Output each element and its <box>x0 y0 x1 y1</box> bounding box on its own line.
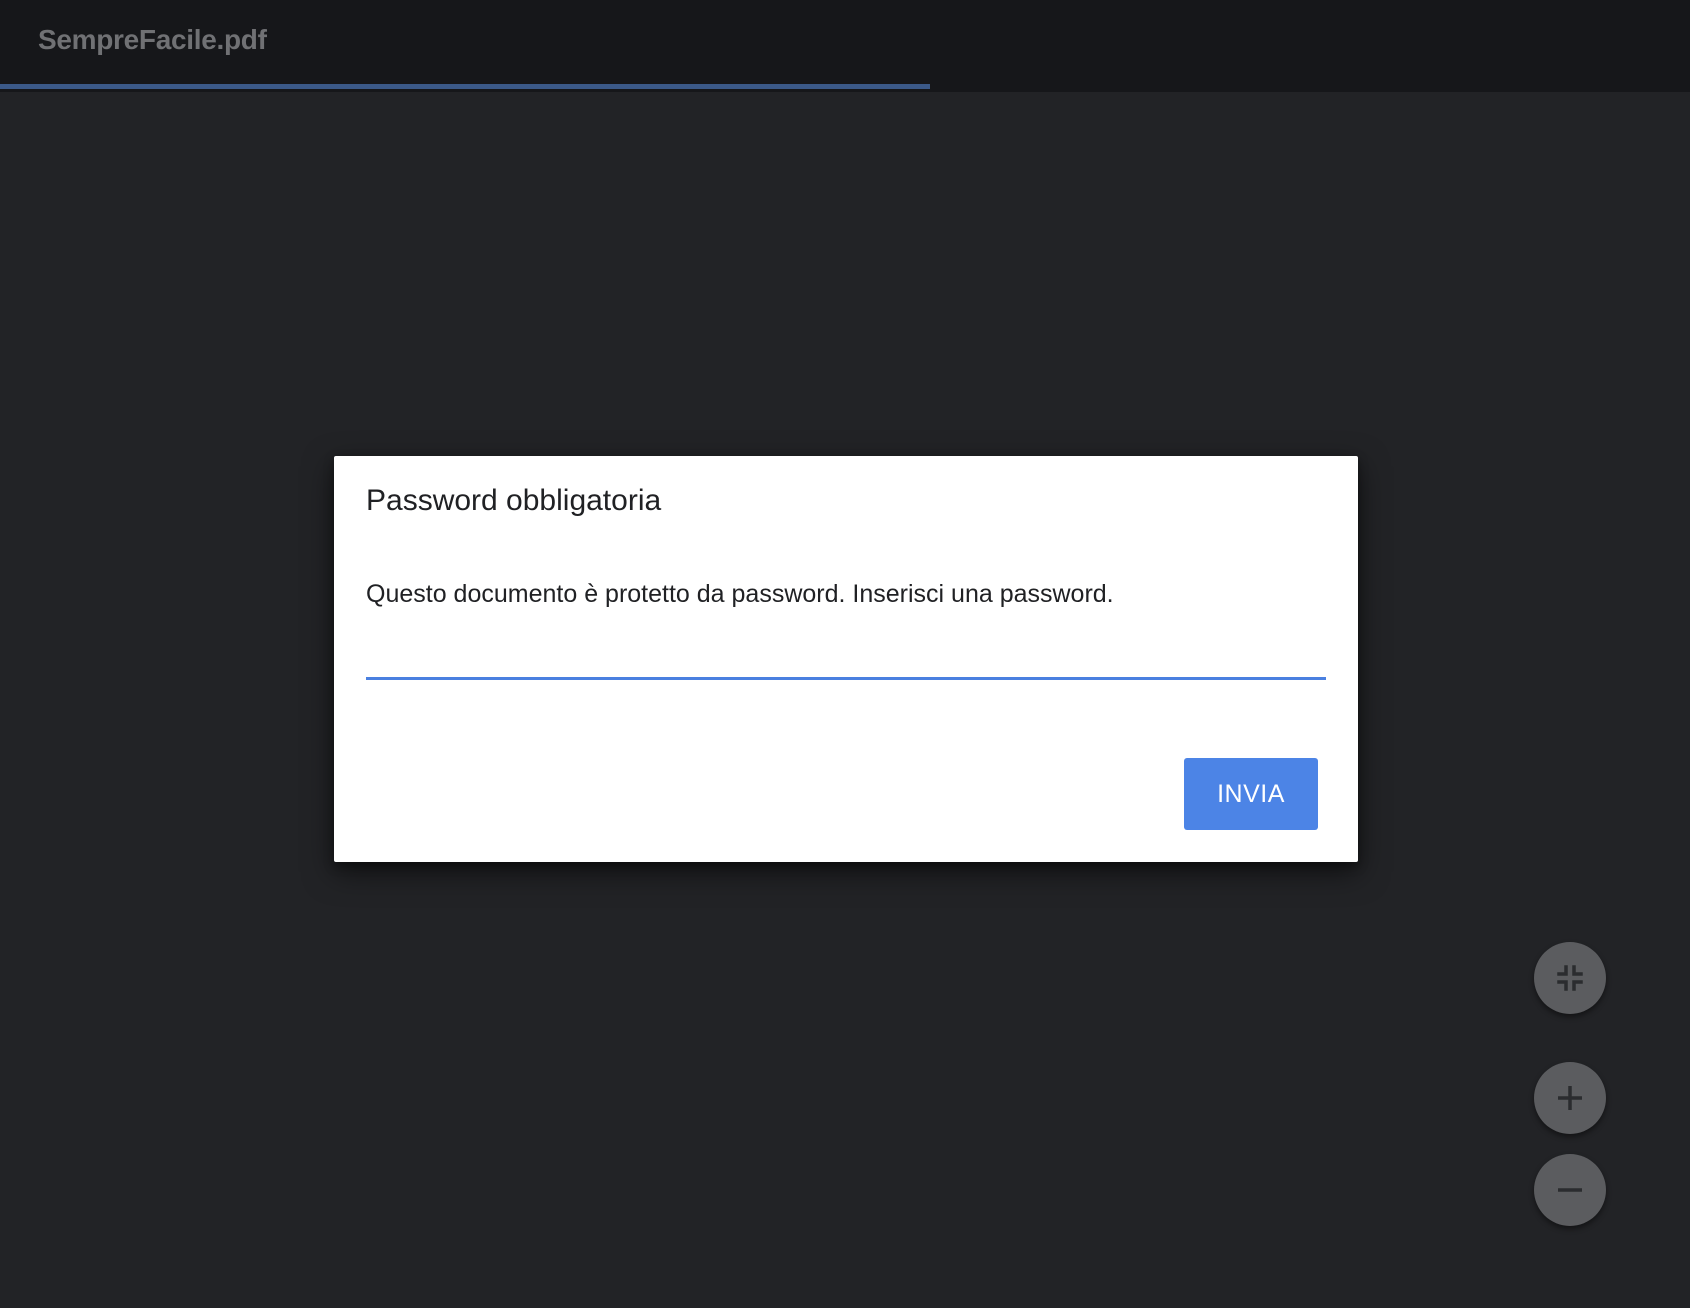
fit-to-page-button[interactable] <box>1534 942 1606 1014</box>
load-progress-bar <box>0 84 1690 89</box>
fit-to-page-icon <box>1557 965 1583 991</box>
zoom-in-button[interactable] <box>1534 1062 1606 1134</box>
dialog-message: Questo documento è protetto da password.… <box>366 580 1114 608</box>
document-title: SempreFacile.pdf <box>38 24 267 55</box>
minus-icon <box>1558 1188 1582 1192</box>
password-dialog: Password obbligatoria Questo documento è… <box>334 456 1358 862</box>
load-progress-fill <box>0 84 930 89</box>
dialog-title: Password obbligatoria <box>366 484 662 517</box>
zoom-out-button[interactable] <box>1534 1154 1606 1226</box>
password-input[interactable] <box>366 636 1326 680</box>
submit-button[interactable]: INVIA <box>1184 758 1318 830</box>
plus-icon <box>1558 1086 1582 1110</box>
pdf-toolbar: SempreFacile.pdf <box>0 0 1690 92</box>
